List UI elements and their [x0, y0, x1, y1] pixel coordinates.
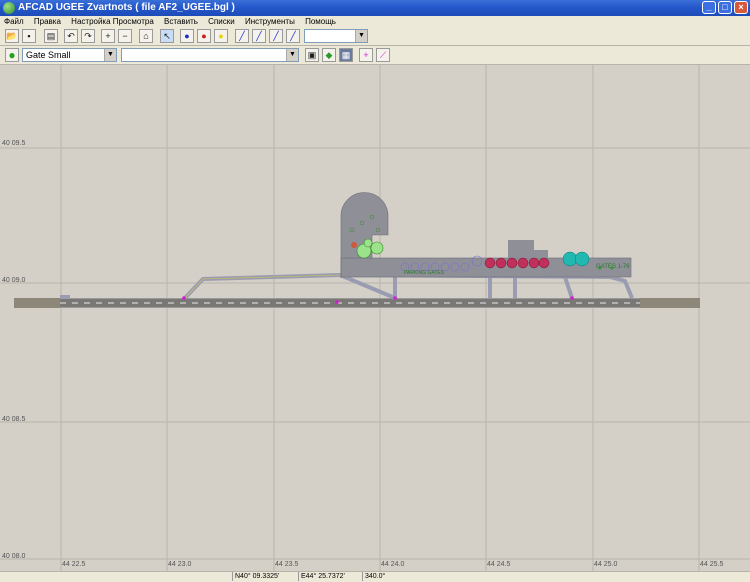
grid-icon[interactable]: ▦	[339, 48, 353, 62]
lat-label: 40 08.5	[2, 416, 26, 423]
window-title: AFCAD UGEE Zvartnots ( file AF2_UGEE.bgl…	[18, 2, 235, 13]
app-icon	[3, 2, 15, 14]
undo-icon[interactable]: ↶	[64, 29, 78, 43]
save-icon[interactable]: ▪	[22, 29, 36, 43]
menu-file[interactable]: Файл	[0, 16, 28, 27]
menu-tools[interactable]: Инструменты	[241, 16, 299, 27]
yellow-node-icon[interactable]: ●	[214, 29, 228, 43]
close-button[interactable]: ×	[734, 1, 748, 14]
lon-label: 44 23.5	[275, 561, 299, 568]
apron-label-right: GATES 1-76	[596, 264, 630, 270]
map-drawing[interactable]	[0, 65, 750, 571]
menu-edit[interactable]: Правка	[30, 16, 65, 27]
parking-type-select[interactable]: Gate Small ▼	[22, 48, 117, 62]
runway-link-icon[interactable]: ╱	[252, 29, 266, 43]
lon-label: 44 25.5	[700, 561, 724, 568]
menu-bar: Файл Правка Настройка Просмотра Вставить…	[0, 16, 750, 27]
map-canvas[interactable]: 40 09.5 40 09.0 40 08.5 40 08.0 44 22.5 …	[0, 65, 750, 571]
home-icon[interactable]: ⌂	[139, 29, 153, 43]
menu-help[interactable]: Помощь	[301, 16, 340, 27]
line-icon[interactable]: ⟋	[376, 48, 390, 62]
status-heading: 340.0°	[362, 572, 405, 581]
parking-link-icon[interactable]: ╱	[286, 29, 300, 43]
red-node-icon[interactable]: ●	[197, 29, 211, 43]
open-file-icon[interactable]: 📂	[5, 29, 19, 43]
status-bar: N40° 09.3325' E44° 25.7372' 340.0°	[0, 571, 750, 582]
parking-name-select[interactable]: ▼	[121, 48, 299, 62]
main-toolbar: 📂 ▪ ▤ ↶ ↷ + − ⌂ ↖ ● ● ● ╱ ╱ ╱ ╱ ▼	[0, 27, 750, 46]
blue-node-icon[interactable]: ●	[180, 29, 194, 43]
lat-label: 40 08.0	[2, 553, 26, 560]
lon-label: 44 24.5	[487, 561, 511, 568]
box-icon[interactable]: ▣	[305, 48, 319, 62]
runway[interactable]	[14, 297, 700, 309]
chevron-down-icon: ▼	[355, 30, 367, 42]
toolbar-dropdown[interactable]: ▼	[304, 29, 368, 43]
lon-label: 44 24.0	[381, 561, 405, 568]
chevron-down-icon: ▼	[104, 49, 116, 61]
maximize-button[interactable]: □	[718, 1, 732, 14]
lon-label: 44 22.5	[62, 561, 86, 568]
zoom-in-icon[interactable]: +	[101, 29, 115, 43]
crosshair-icon[interactable]: +	[359, 48, 373, 62]
lat-label: 40 09.5	[2, 140, 26, 147]
lat-label: 40 09.0	[2, 277, 26, 284]
parking-toolbar: ● Gate Small ▼ ▼ ▣ ◆ ▦ + ⟋	[0, 46, 750, 65]
menu-insert[interactable]: Вставить	[160, 16, 202, 27]
minimize-button[interactable]: _	[702, 1, 716, 14]
menu-view-settings[interactable]: Настройка Просмотра	[67, 16, 158, 27]
lon-label: 44 23.0	[168, 561, 192, 568]
status-latitude: N40° 09.3325'	[232, 572, 297, 581]
diamond-icon[interactable]: ◆	[322, 48, 336, 62]
taxi-link-icon[interactable]: ╱	[235, 29, 249, 43]
green-circle-icon[interactable]: ●	[5, 48, 19, 62]
select-pointer-icon[interactable]: ↖	[160, 29, 174, 43]
title-bar: AFCAD UGEE Zvartnots ( file AF2_UGEE.bgl…	[0, 0, 750, 16]
status-longitude: E44° 25.7372'	[298, 572, 361, 581]
apron-label: PARKING GATES	[404, 270, 445, 276]
lon-label: 44 25.0	[594, 561, 618, 568]
print-icon[interactable]: ▤	[44, 29, 58, 43]
path-link-icon[interactable]: ╱	[269, 29, 283, 43]
taxiways[interactable]	[60, 273, 634, 300]
redo-icon[interactable]: ↷	[81, 29, 95, 43]
chevron-down-icon: ▼	[286, 49, 298, 61]
parking-type-value: Gate Small	[26, 50, 71, 60]
menu-lists[interactable]: Списки	[204, 16, 239, 27]
zoom-out-icon[interactable]: −	[118, 29, 132, 43]
